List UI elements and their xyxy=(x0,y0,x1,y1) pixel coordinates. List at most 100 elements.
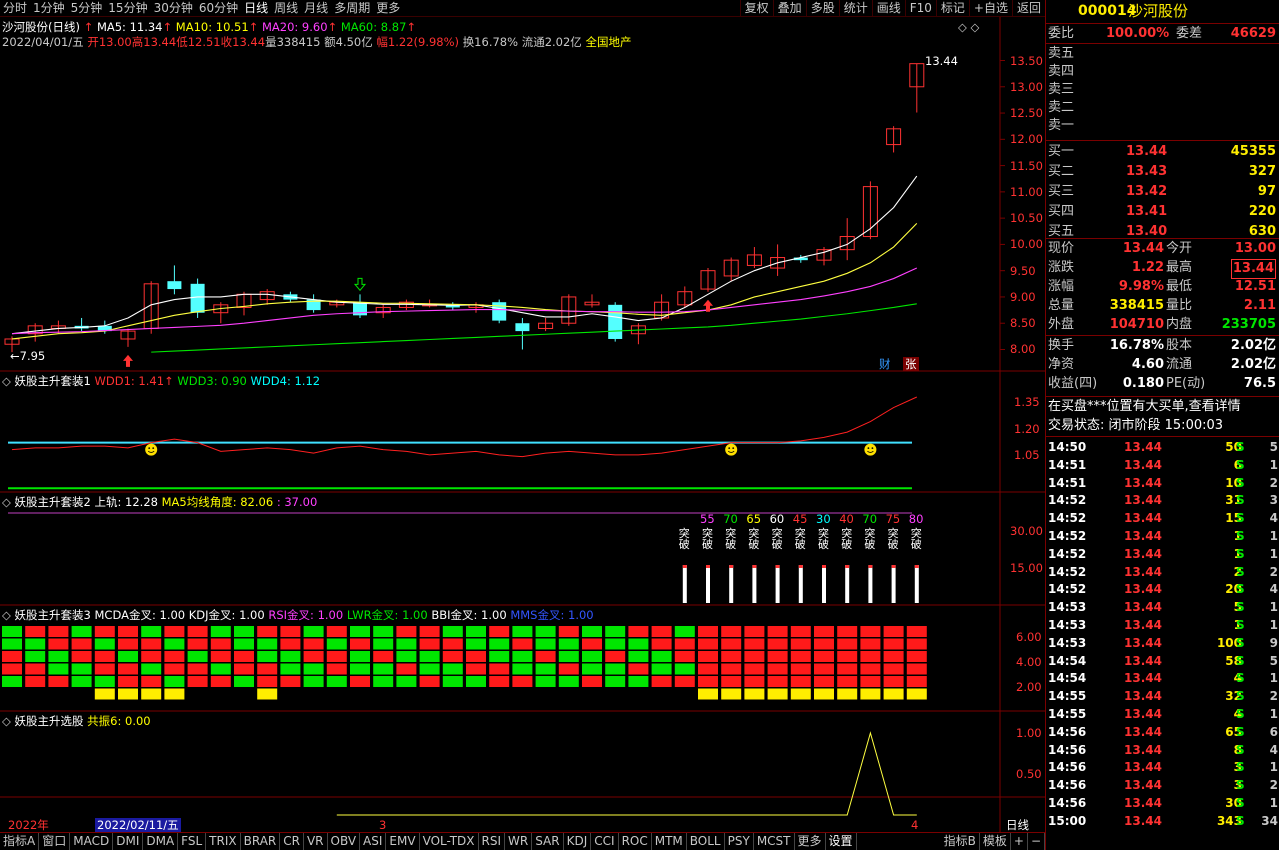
tick-price: 13.44 xyxy=(1124,511,1162,526)
divider xyxy=(1046,140,1279,141)
indicator-tab-12[interactable]: EMV xyxy=(386,833,420,850)
tick-price: 13.44 xyxy=(1124,529,1162,543)
indicator-tab-14[interactable]: RSI xyxy=(479,833,506,850)
indicator-tab-23[interactable]: MCST xyxy=(754,833,795,850)
ind3-block xyxy=(442,638,463,650)
badge-zhang[interactable]: 张 xyxy=(903,357,919,371)
ind2-bar xyxy=(729,565,734,603)
indicator-tab-3[interactable]: DMI xyxy=(113,833,144,850)
indicator-tab-16[interactable]: SAR xyxy=(532,833,564,850)
indicator-tab-6[interactable]: TRIX xyxy=(206,833,241,850)
period-tab-10[interactable]: 更多 xyxy=(373,0,403,16)
indicator-tab-9[interactable]: VR xyxy=(304,833,328,850)
indicator-tab-1[interactable]: 窗口 xyxy=(39,833,71,850)
ind2-bar xyxy=(775,565,780,603)
ind3-block xyxy=(790,638,811,650)
indicator-tab-20[interactable]: MTM xyxy=(652,833,687,850)
ind3-block xyxy=(767,676,788,687)
ind3-block xyxy=(118,676,138,687)
ind3-block xyxy=(350,651,370,662)
indicator-tab-7[interactable]: BRAR xyxy=(241,833,281,850)
indicator-tab-5[interactable]: FSL xyxy=(178,833,207,850)
indicator-tab-11[interactable]: ASI xyxy=(360,833,387,850)
badge-cai[interactable]: 财 xyxy=(879,357,891,371)
divider xyxy=(1046,43,1279,44)
ind3-block xyxy=(814,676,834,687)
ind3-block xyxy=(25,638,46,650)
stat-label: 换手 xyxy=(1048,338,1075,353)
indicator-tab-2[interactable]: MACD xyxy=(70,833,114,850)
period-tab-7[interactable]: 周线 xyxy=(271,0,301,16)
ind3-block xyxy=(721,638,742,650)
tick-time: 15:00 xyxy=(1048,813,1087,828)
indicator-tab-0[interactable]: 指标A xyxy=(0,833,40,850)
weicha-label: 委差 xyxy=(1176,26,1203,41)
ind3-mms: MMS金叉: 1.00 xyxy=(510,608,594,622)
divider xyxy=(1046,396,1279,397)
tick-count: 1 xyxy=(1269,760,1278,775)
ind3-block xyxy=(141,663,162,675)
indicator-tab-4[interactable]: DMA xyxy=(143,833,179,850)
ind2-break-label: 突破 xyxy=(818,527,829,551)
ind3-block xyxy=(164,626,185,637)
ind4-line xyxy=(336,731,917,816)
stat-value-2: 13.00 xyxy=(1234,241,1276,256)
period-tab-3[interactable]: 15分钟 xyxy=(105,0,150,16)
ind3-block xyxy=(210,663,231,675)
period-tab-8[interactable]: 月线 xyxy=(301,0,331,16)
indicator-tab-18[interactable]: CCI xyxy=(591,833,619,850)
ind3-block xyxy=(628,626,649,637)
ind3-block xyxy=(906,638,927,650)
indicator-tab-8[interactable]: CR xyxy=(280,833,304,850)
indicator-tab-15[interactable]: WR xyxy=(505,833,533,850)
period-tab-2[interactable]: 5分钟 xyxy=(68,0,106,16)
ind3-block xyxy=(744,638,765,650)
ind3-block xyxy=(419,638,440,650)
tool-tab-0[interactable]: 复权 xyxy=(739,0,773,16)
period-tab-4[interactable]: 30分钟 xyxy=(151,0,196,16)
ind3-block xyxy=(582,676,602,687)
period-tab-6[interactable]: 日线 xyxy=(241,0,271,16)
tool-tab-3[interactable]: 统计 xyxy=(838,0,872,16)
period-tab-0[interactable]: 分时 xyxy=(0,0,30,16)
big-order-notice: 在买盘***位置有大买单,查看详情 xyxy=(1048,399,1241,414)
ind2-third: : 37.00 xyxy=(276,495,318,509)
ind3-block xyxy=(883,626,904,637)
indicator-tab-13[interactable]: VOL-TDX xyxy=(420,833,479,850)
indicator-right-tab-3[interactable]: − xyxy=(1028,833,1045,850)
tool-tab-8[interactable]: 返回 xyxy=(1011,0,1045,16)
indicator-tab-17[interactable]: KDJ xyxy=(564,833,592,850)
period-tab-9[interactable]: 多周期 xyxy=(331,0,373,16)
ind3-block xyxy=(257,688,278,700)
ind3-block xyxy=(164,676,185,687)
ind3-block xyxy=(721,626,742,637)
indicator-right-tab-2[interactable]: + xyxy=(1011,833,1028,850)
indicator-tab-10[interactable]: OBV xyxy=(328,833,361,850)
indicator-tab-24[interactable]: 更多 xyxy=(795,833,826,850)
tool-tab-2[interactable]: 多股 xyxy=(805,0,839,16)
tool-tab-4[interactable]: 画线 xyxy=(871,0,905,16)
tool-tab-1[interactable]: 叠加 xyxy=(772,0,806,16)
period-tab-1[interactable]: 1分钟 xyxy=(30,0,68,16)
ind3-block xyxy=(373,651,394,662)
tool-tab-6[interactable]: 标记 xyxy=(935,0,969,16)
ind2-value-label: 70 xyxy=(723,512,738,526)
tick-time: 14:50 xyxy=(1048,440,1087,454)
ind3-block xyxy=(605,638,626,650)
tick-row: 14:53 13.44 5 S 1 xyxy=(1046,598,1279,616)
indicator-right-tab-0[interactable]: 指标B xyxy=(941,833,980,850)
ind3-block xyxy=(71,626,92,637)
indicator-tab-22[interactable]: PSY xyxy=(725,833,754,850)
ind3-y-tick: 6.00 xyxy=(1016,630,1042,644)
indicator-tab-25[interactable]: 设置 xyxy=(826,833,857,850)
tool-tab-7[interactable]: +自选 xyxy=(968,0,1012,16)
period-tab-5[interactable]: 60分钟 xyxy=(196,0,241,16)
ind3-block xyxy=(512,626,533,637)
divider xyxy=(1046,238,1279,239)
stock-header: 000014 沙河股份 xyxy=(1046,2,1279,20)
tool-tab-5[interactable]: F10 xyxy=(904,0,936,16)
indicator-tab-19[interactable]: ROC xyxy=(619,833,652,850)
indicator-tab-21[interactable]: BOLL xyxy=(687,833,725,850)
ind3-block xyxy=(210,638,231,650)
indicator-right-tab-1[interactable]: 模板 xyxy=(980,833,1011,850)
